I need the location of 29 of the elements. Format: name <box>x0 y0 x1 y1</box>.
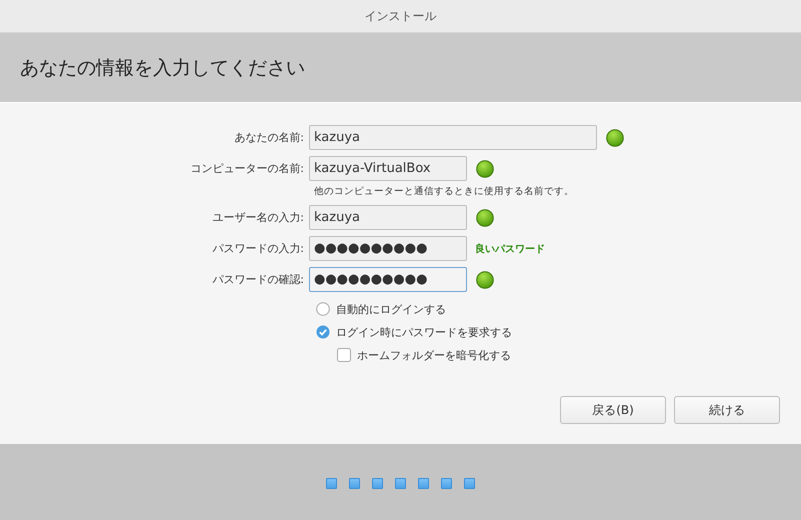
input-field[interactable]: ●●●●●●●●●● <box>309 267 467 292</box>
input-field[interactable]: kazuya-VirtualBox <box>309 156 467 181</box>
step-indicator-icon <box>418 478 429 488</box>
step-indicator-icon <box>326 478 337 488</box>
option-label: ホームフォルダーを暗号化する <box>357 348 511 362</box>
input-field[interactable]: kazuya <box>309 205 467 230</box>
radio-button[interactable] <box>316 302 330 316</box>
field-hint: 他のコンピューターと通信するときに使用する名前です。 <box>314 185 575 199</box>
step-indicator-icon <box>395 478 406 488</box>
wizard-button[interactable]: 続ける <box>674 396 780 424</box>
field-label: パスワードの入力: <box>211 241 305 256</box>
field-label: ユーザー名の入力: <box>211 210 305 225</box>
password-strength: 良いパスワード <box>475 242 545 256</box>
field-label: あなたの名前: <box>233 130 305 145</box>
option-label: 自動的にログインする <box>336 302 446 316</box>
input-field[interactable]: ●●●●●●●●●● <box>309 236 467 261</box>
input-field[interactable]: kazuya <box>309 125 597 150</box>
page-heading: あなたの情報を入力してください <box>20 56 305 80</box>
step-indicator-icon <box>441 478 452 488</box>
field-label: コンピューターの名前: <box>189 161 305 176</box>
field-label: パスワードの確認: <box>211 272 305 287</box>
step-indicator-icon <box>349 478 360 488</box>
checkbox[interactable] <box>337 348 351 362</box>
radio-button[interactable] <box>316 325 330 339</box>
step-indicator-icon <box>372 478 383 488</box>
wizard-button[interactable]: 戻る(B) <box>560 396 666 424</box>
window-title: インストール <box>364 8 436 24</box>
step-indicator-icon <box>464 478 475 488</box>
option-label: ログイン時にパスワードを要求する <box>336 324 512 340</box>
